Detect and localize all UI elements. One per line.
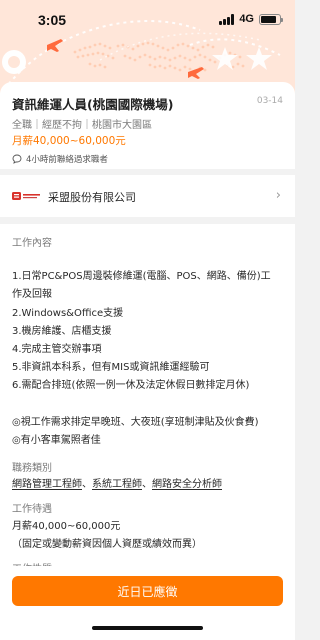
- status-time: 3:05: [38, 12, 67, 28]
- category-separator: 、: [82, 479, 92, 490]
- post-date: 03-14: [256, 96, 283, 106]
- category-link-network-admin[interactable]: 網路管理工程師: [12, 479, 82, 490]
- category-link-security-analyst[interactable]: 網路安全分析師: [152, 479, 222, 490]
- network-type: 4G: [239, 13, 254, 25]
- home-indicator: [92, 626, 203, 630]
- work-content-line: 5.非資訊本科系，但有MIS或資訊維運經驗可: [12, 362, 210, 373]
- work-content-title: 工作內容: [12, 238, 52, 249]
- job-meta: 全職｜經歷不拘｜桃園市大園區: [12, 120, 152, 131]
- job-category-list: 網路管理工程師、系統工程師、網路安全分析師: [12, 475, 222, 490]
- job-salary: 月薪40,000~60,000元: [12, 135, 126, 147]
- chevron-right-icon: ›: [275, 188, 281, 203]
- bottom-action-bar: 近日已應徵: [0, 566, 295, 640]
- work-content-line: 2.Windows&Office支援: [12, 308, 124, 319]
- chat-bubble-icon: [12, 154, 22, 164]
- battery-icon: [259, 13, 283, 25]
- apply-button[interactable]: 近日已應徵: [12, 576, 283, 606]
- treatment-title: 工作待遇: [12, 504, 52, 515]
- job-summary-card: 資訊維運人員(桃園國際機場) 03-14 全職｜經歷不拘｜桃園市大園區 月薪40…: [0, 82, 295, 169]
- contact-note-text: 4小時前聯絡過求職者: [26, 155, 108, 165]
- company-row[interactable]: 采盟股份有限公司 ›: [0, 175, 295, 217]
- work-note-line: ◎視工作需求排定早晚班、大夜班(享班制津貼及伙食費): [12, 417, 259, 428]
- work-content-line: 1.日常PC&POS周邊裝修維運(電腦、POS、網路、備份)工: [12, 271, 271, 282]
- status-bar: 3:05 4G: [0, 0, 295, 40]
- work-content-line: 3.機房維護、店櫃支援: [12, 326, 112, 337]
- treatment-note: （固定或變動薪資因個人資歷或績效而異）: [12, 539, 202, 550]
- work-note-line: ◎有小客車駕照者佳: [12, 435, 101, 446]
- work-content-line: 6.需配合排班(依照一例一休及法定休假日數排定月休): [12, 380, 250, 391]
- work-content-line: 4.完成主管交辦事項: [12, 344, 102, 355]
- work-content-line: 作及回報: [12, 289, 52, 300]
- category-separator: 、: [142, 479, 152, 490]
- category-link-system-engineer[interactable]: 系統工程師: [92, 479, 142, 490]
- treatment-salary: 月薪40,000~60,000元: [12, 521, 121, 532]
- company-logo: [12, 192, 40, 200]
- job-category-title: 職務類別: [12, 463, 52, 474]
- contact-note: 4小時前聯絡過求職者: [12, 153, 108, 165]
- company-name: 采盟股份有限公司: [48, 191, 136, 204]
- signal-icon: [219, 13, 235, 25]
- job-title: 資訊維運人員(桃園國際機場): [12, 97, 174, 112]
